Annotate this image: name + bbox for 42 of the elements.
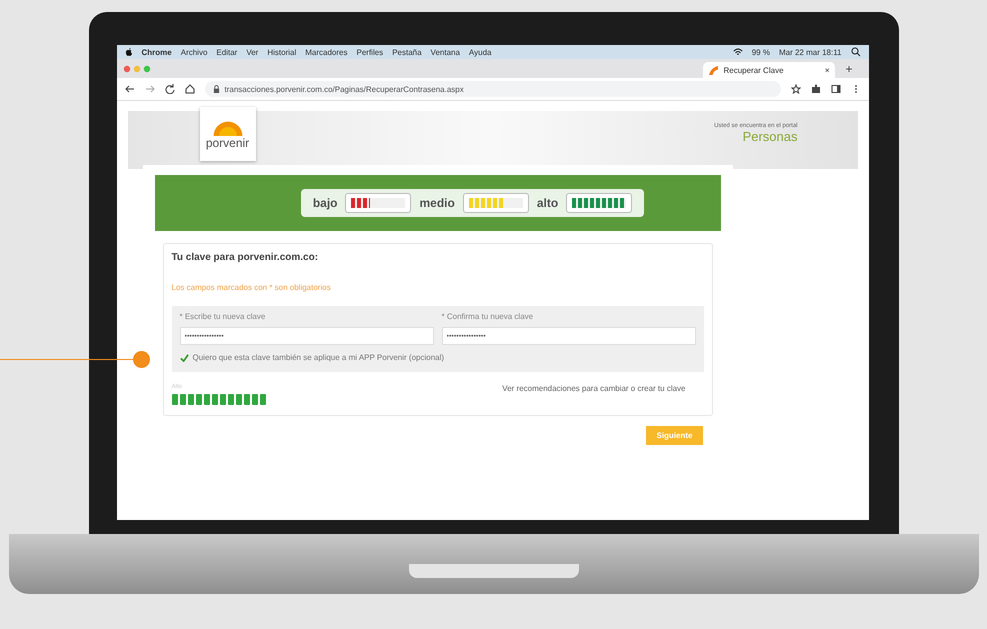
menu-item[interactable]: Marcadores	[305, 48, 348, 56]
menu-item[interactable]: Historial	[267, 48, 296, 56]
reload-icon[interactable]	[164, 84, 174, 94]
wifi-icon[interactable]	[732, 47, 743, 57]
legend-label: bajo	[312, 196, 338, 210]
back-icon[interactable]	[124, 84, 134, 94]
required-note: Los campos marcados con * son obligatorios	[172, 283, 332, 292]
recommendations-link[interactable]: Ver recomendaciones para cambiar o crear tu clave	[502, 384, 686, 405]
strength-meter	[566, 193, 632, 213]
browser-tab[interactable]: Recuperar Clave ×	[703, 62, 836, 78]
address-field[interactable]: transacciones.porvenir.com.co/Paginas/RecuperarContrasena.aspx	[204, 81, 780, 97]
menu-item[interactable]: Archivo	[180, 48, 208, 56]
field-label: * Confirma tu nueva clave	[442, 312, 534, 321]
menu-item[interactable]: Perfiles	[356, 48, 384, 56]
checkbox-label[interactable]: Quiero que esta clave también se aplique a mi APP Porvenir (opcional)	[192, 353, 444, 362]
lock-icon	[212, 84, 220, 94]
home-icon[interactable]	[184, 84, 194, 94]
menu-item[interactable]: Editar	[216, 48, 238, 56]
new-tab-button[interactable]: +	[835, 62, 862, 78]
sidebar-icon[interactable]	[830, 84, 840, 94]
star-icon[interactable]	[790, 84, 800, 94]
legend-label: alto	[536, 196, 558, 210]
menu-item[interactable]: Ver	[246, 48, 258, 56]
apple-icon[interactable]	[124, 47, 132, 57]
menu-item[interactable]: Pestaña	[392, 48, 422, 56]
menu-item[interactable]: Chrome	[142, 48, 172, 56]
portal-name: Personas	[742, 129, 798, 144]
battery-text: 99 %	[752, 48, 770, 56]
logo-text: porvenir	[206, 136, 250, 150]
strength-meter	[462, 193, 529, 213]
search-icon[interactable]	[850, 47, 860, 57]
legend-label: medio	[419, 196, 455, 210]
menu-item[interactable]: Ventana	[430, 48, 460, 56]
form-title: Tu clave para porvenir.com.co:	[172, 252, 320, 263]
window-controls-icon[interactable]	[122, 64, 152, 72]
menu-clock: Mar 22 mar 18:11	[778, 48, 842, 56]
logo-card[interactable]: porvenir	[200, 107, 256, 161]
menu-item[interactable]: Ayuda	[468, 48, 492, 56]
close-tab-button[interactable]: ×	[824, 66, 830, 74]
checkbox[interactable]	[180, 353, 188, 362]
strength-meter	[345, 193, 412, 213]
field-label: * Escribe tu nueva clave	[180, 312, 266, 321]
